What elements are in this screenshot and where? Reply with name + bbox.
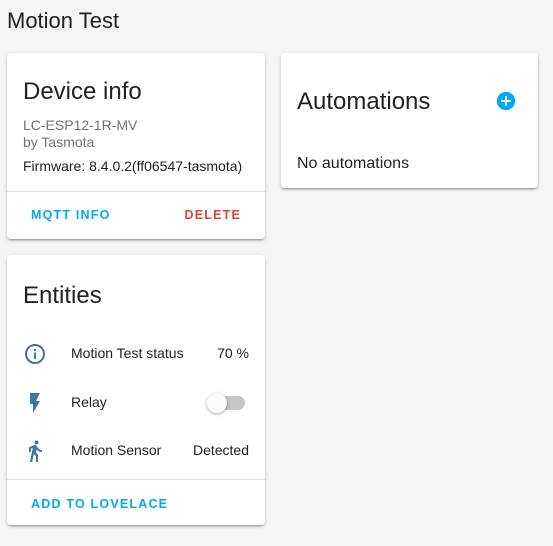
no-automations-text: No automations <box>297 155 410 172</box>
device-manufacturer: by Tasmota <box>23 134 95 150</box>
entity-row-status[interactable]: Motion Test status 70 % <box>7 339 265 369</box>
device-info-card: Device info LC-ESP12-1R-MV by Tasmota Fi… <box>7 53 265 239</box>
entity-name: Relay <box>71 394 107 410</box>
device-firmware: Firmware: 8.4.0.2(ff06547-tasmota) <box>23 158 243 174</box>
card-divider <box>7 479 265 480</box>
relay-toggle[interactable] <box>207 393 245 413</box>
automations-title: Automations <box>297 88 431 115</box>
device-model: LC-ESP12-1R-MV <box>23 117 138 133</box>
plus-circle-icon[interactable] <box>496 91 516 111</box>
flash-icon <box>30 393 40 413</box>
entity-row-relay[interactable]: Relay <box>7 388 265 418</box>
info-circle-icon <box>25 344 45 364</box>
entity-state: Detected <box>192 442 249 458</box>
page-title: Motion Test <box>7 8 120 33</box>
entities-card: Entities Motion Test status 70 % Relay M… <box>7 255 265 525</box>
card-divider <box>7 191 265 192</box>
entity-state: 70 % <box>217 345 249 361</box>
add-to-lovelace-button[interactable]: ADD TO LOVELACE <box>31 497 168 511</box>
toggle-thumb <box>207 393 227 413</box>
delete-button[interactable]: DELETE <box>184 208 241 222</box>
walk-icon <box>29 440 42 462</box>
entity-name: Motion Test status <box>71 345 184 361</box>
automations-card: Automations No automations <box>281 53 538 188</box>
device-info-title: Device info <box>23 78 142 105</box>
mqtt-info-button[interactable]: MQTT INFO <box>31 208 111 222</box>
entity-row-motion[interactable]: Motion Sensor Detected <box>7 436 265 466</box>
entities-title: Entities <box>23 282 102 309</box>
entity-name: Motion Sensor <box>71 442 162 458</box>
